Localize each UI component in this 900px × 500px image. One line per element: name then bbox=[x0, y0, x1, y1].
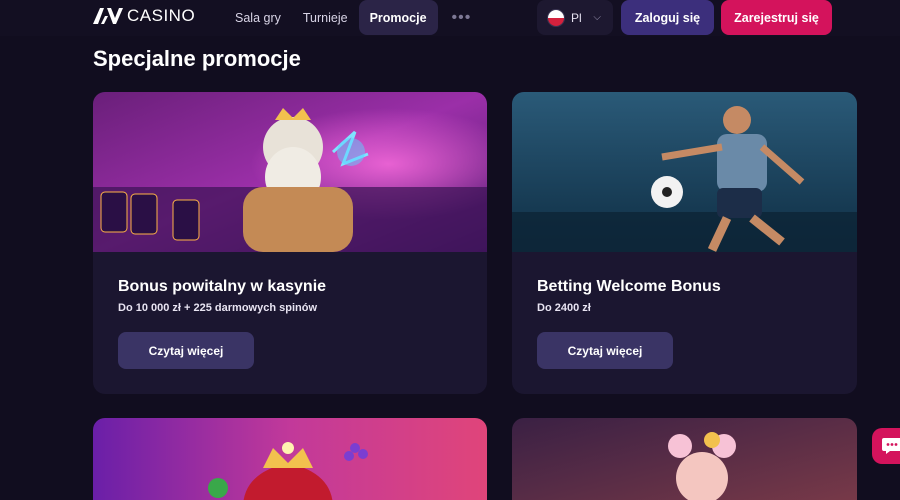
promo-card-slots-partial bbox=[93, 418, 487, 500]
page-title: Specjalne promocje bbox=[93, 46, 301, 71]
promo-image-betting bbox=[512, 92, 857, 252]
promo-card-betting: Betting Welcome Bonus Do 2400 zł Czytaj … bbox=[512, 92, 857, 394]
read-more-button[interactable]: Czytaj więcej bbox=[118, 332, 254, 369]
promo-title: Betting Welcome Bonus bbox=[537, 278, 721, 295]
promo-body-casino: Bonus powitalny w kasynie Do 10 000 zł +… bbox=[93, 252, 487, 394]
promo-title: Bonus powitalny w kasynie bbox=[118, 278, 327, 295]
av-logo-icon bbox=[93, 8, 123, 24]
nav-sala-gry[interactable]: Sala gry bbox=[224, 0, 292, 35]
top-header: CASINO Sala gry Turnieje Promocje ••• Pl… bbox=[0, 0, 900, 36]
site-logo[interactable]: CASINO bbox=[93, 6, 195, 26]
more-dots-icon[interactable]: ••• bbox=[444, 0, 480, 35]
promo-subtitle: Do 2400 zł bbox=[537, 302, 591, 314]
main-nav: Sala gry Turnieje Promocje ••• bbox=[224, 0, 479, 35]
chevron-down-icon: ⌵ bbox=[593, 12, 601, 23]
nav-turnieje[interactable]: Turnieje bbox=[292, 0, 359, 35]
flag-pl-icon bbox=[547, 8, 565, 27]
promo-card-casino: Bonus powitalny w kasynie Do 10 000 zł +… bbox=[93, 92, 487, 394]
chat-icon bbox=[882, 438, 900, 454]
language-selector[interactable]: Pl ⌵ bbox=[537, 0, 613, 35]
promo-image-casino bbox=[93, 92, 487, 252]
read-more-button[interactable]: Czytaj więcej bbox=[537, 332, 673, 369]
logo-text: CASINO bbox=[127, 6, 196, 25]
promo-body-betting: Betting Welcome Bonus Do 2400 zł Czytaj … bbox=[512, 252, 857, 394]
nav-promocje[interactable]: Promocje bbox=[358, 0, 438, 35]
promo-card-party-partial bbox=[512, 418, 857, 500]
promo-subtitle: Do 10 000 zł + 225 darmowych spinów bbox=[118, 302, 317, 314]
language-label: Pl bbox=[571, 10, 582, 25]
chat-button[interactable] bbox=[872, 428, 900, 464]
register-button[interactable]: Zarejestruj się bbox=[721, 0, 832, 35]
login-button[interactable]: Zaloguj się bbox=[621, 0, 714, 35]
